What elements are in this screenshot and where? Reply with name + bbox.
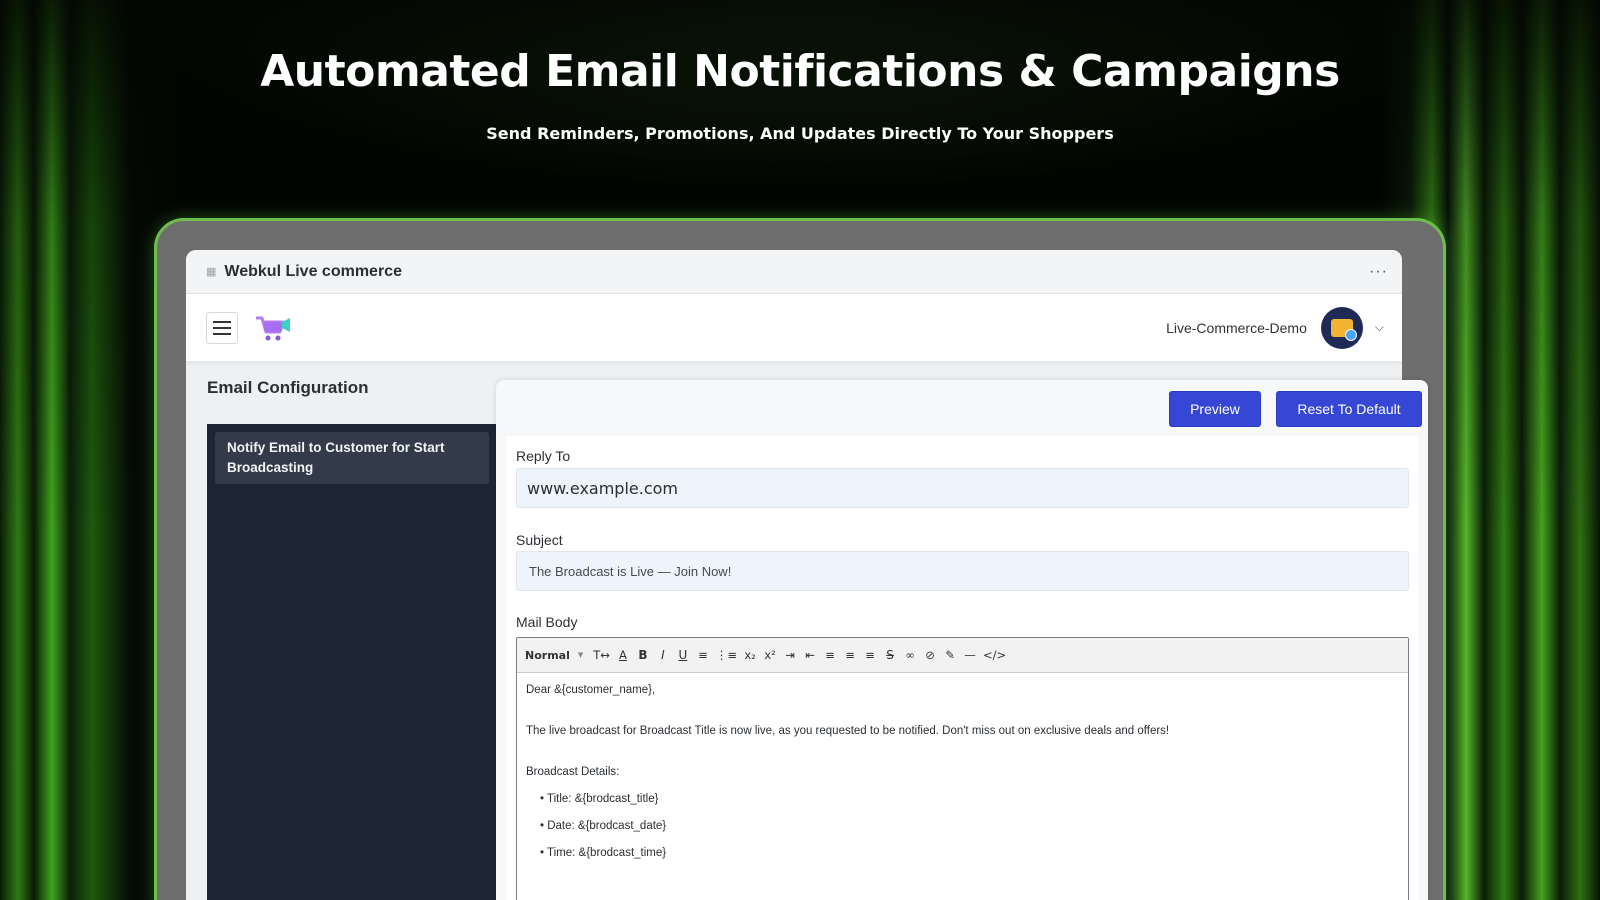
chevron-down-icon[interactable]: ⌵ <box>1375 320 1384 335</box>
underline-icon[interactable]: U <box>676 648 690 662</box>
hamburger-menu-button[interactable] <box>206 311 238 344</box>
code-view-icon[interactable]: </> <box>983 648 1006 662</box>
sidebar-item-start-broadcasting[interactable]: Notify Email to Customer for Start Broad… <box>215 432 489 484</box>
intro-line: The live broadcast for Broadcast Title i… <box>526 725 1170 737</box>
editor-content[interactable]: Dear &{customer_name}, The live broadcas… <box>517 673 1408 870</box>
email-config-panel: Preview Reset To Default Reply To www.ex… <box>496 380 1428 900</box>
menu-line-icon <box>213 332 231 335</box>
preview-button[interactable]: Preview <box>1169 391 1261 427</box>
italic-icon[interactable]: I <box>656 648 670 662</box>
detail-title: • Title: &{brodcast_title} <box>540 793 659 805</box>
hero-subtitle: Send Reminders, Promotions, And Updates … <box>486 124 1114 143</box>
mail-body-editor: Normal ▼ T↔ A B I U ≡ ⋮≡ x₂ x² ⇥ ⇤ ≡ ≡ ≡… <box>516 637 1409 900</box>
horizontal-rule-icon[interactable]: — <box>963 648 977 662</box>
live-commerce-logo[interactable] <box>254 312 292 344</box>
subject-input[interactable]: The Broadcast is Live — Join Now! <box>516 551 1409 591</box>
outdent-icon[interactable]: ⇤ <box>803 648 817 662</box>
menu-line-icon <box>213 326 231 329</box>
reply-to-input[interactable]: www.example.com <box>516 468 1409 508</box>
format-select-value: Normal <box>525 648 570 662</box>
hero-title: Automated Email Notifications & Campaign… <box>260 46 1340 97</box>
window-titlebar: ▦ Webkul Live commerce ··· <box>186 250 1402 294</box>
text-color-icon[interactable]: A <box>616 648 630 662</box>
caret-down-icon: ▼ <box>577 651 584 659</box>
align-left-icon[interactable]: ≡ <box>823 648 837 662</box>
strikethrough-icon[interactable]: S <box>883 648 897 662</box>
details-heading: Broadcast Details: <box>526 766 620 778</box>
align-center-icon[interactable]: ≡ <box>843 648 857 662</box>
email-form: Reply To www.example.com Subject The Bro… <box>506 436 1418 900</box>
reset-to-default-button[interactable]: Reset To Default <box>1276 391 1422 427</box>
email-template-sidebar: Notify Email to Customer for Start Broad… <box>207 424 497 900</box>
menu-line-icon <box>213 320 231 323</box>
editor-toolbar: Normal ▼ T↔ A B I U ≡ ⋮≡ x₂ x² ⇥ ⇤ ≡ ≡ ≡… <box>517 638 1408 673</box>
link-icon[interactable]: ∞ <box>903 648 917 662</box>
format-select[interactable]: Normal ▼ <box>525 649 583 662</box>
clear-format-icon[interactable]: ✎ <box>943 648 957 662</box>
store-badge-icon <box>1330 318 1357 341</box>
font-size-icon[interactable]: T↔ <box>593 648 610 662</box>
reply-to-label: Reply To <box>516 448 571 464</box>
cart-logo-icon <box>256 316 290 340</box>
unlink-icon[interactable]: ⊘ <box>923 648 937 662</box>
greeting-line: Dear &{customer_name}, <box>526 684 656 696</box>
subject-label: Subject <box>516 532 563 548</box>
indent-icon[interactable]: ⇥ <box>783 648 797 662</box>
window-title: Webkul Live commerce <box>224 262 402 280</box>
store-avatar[interactable] <box>1320 306 1363 349</box>
top-navigation: Live-Commerce-Demo ⌵ <box>186 294 1402 362</box>
subscript-icon[interactable]: x₂ <box>743 648 757 662</box>
superscript-icon[interactable]: x² <box>763 648 777 662</box>
page-title: Email Configuration <box>207 378 369 397</box>
ordered-list-icon[interactable]: ≡ <box>696 648 710 662</box>
bullet-list-icon[interactable]: ⋮≡ <box>716 648 737 662</box>
more-options-icon[interactable]: ··· <box>1369 263 1388 281</box>
app-grid-icon: ▦ <box>206 266 217 278</box>
align-right-icon[interactable]: ≡ <box>863 648 877 662</box>
bold-icon[interactable]: B <box>636 648 650 662</box>
detail-time: • Time: &{brodcast_time} <box>540 847 667 859</box>
store-name[interactable]: Live-Commerce-Demo <box>1166 320 1307 336</box>
detail-date: • Date: &{brodcast_date} <box>540 820 667 832</box>
mail-body-label: Mail Body <box>516 614 578 630</box>
